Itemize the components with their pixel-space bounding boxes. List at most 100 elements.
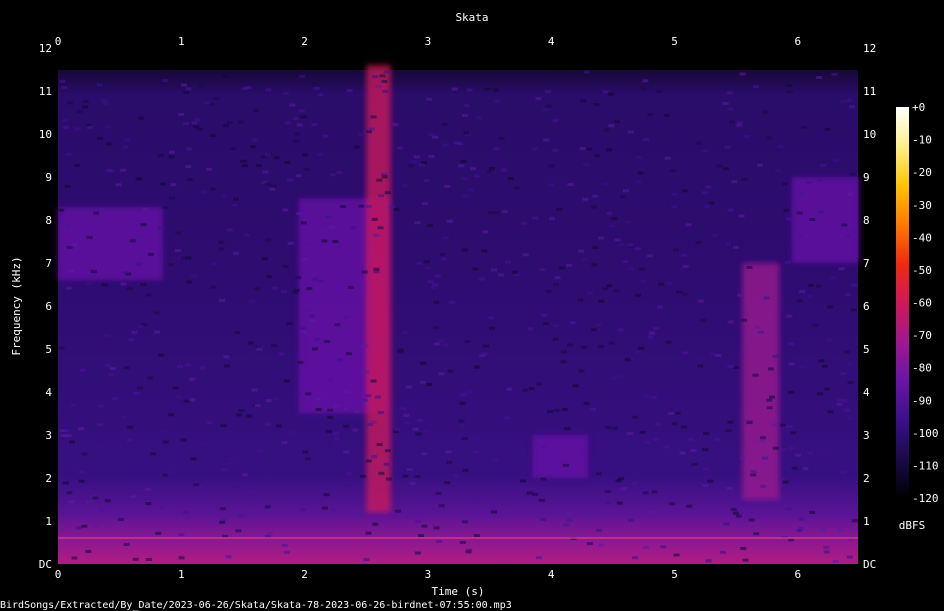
noise-speck [682, 351, 689, 355]
noise-speck [647, 113, 654, 116]
noise-speck [286, 178, 293, 182]
colorbar-tick-label: -50 [912, 264, 932, 277]
noise-speck [418, 534, 424, 537]
noise-speck [563, 523, 570, 527]
noise-speck [462, 194, 469, 198]
noise-speck [406, 468, 413, 472]
noise-speck [401, 330, 408, 334]
noise-speck [493, 147, 500, 151]
noise-speck [261, 257, 268, 261]
noise-speck [847, 192, 854, 196]
noise-speck [189, 377, 196, 381]
noise-speck [86, 500, 93, 504]
y-axis-label: Frequency (kHz) [10, 256, 23, 355]
noise-speck [740, 546, 747, 550]
noise-speck [219, 507, 226, 511]
noise-speck [605, 426, 611, 430]
noise-speck [219, 298, 225, 302]
noise-speck [158, 353, 164, 357]
noise-speck [93, 211, 100, 215]
noise-speck [540, 445, 547, 449]
noise-speck [265, 153, 272, 157]
noise-speck [682, 264, 689, 268]
noise-speck [697, 364, 704, 368]
noise-speck [466, 88, 473, 92]
noise-speck [148, 252, 154, 256]
noise-speck [292, 291, 299, 295]
noise-speck [702, 448, 709, 452]
noise-speck [485, 170, 492, 173]
noise-speck [65, 224, 72, 228]
noise-speck [772, 446, 779, 450]
noise-speck [488, 211, 495, 214]
colorbar-tick-label: -100 [912, 427, 939, 440]
noise-speck [732, 511, 739, 515]
noise-speck [535, 97, 542, 100]
noise-speck [657, 282, 664, 286]
noise-speck [187, 178, 194, 182]
noise-speck [475, 500, 482, 504]
noise-speck [186, 147, 192, 151]
noise-speck [65, 286, 72, 290]
noise-speck [343, 315, 350, 319]
y-tick-label: 3 [45, 429, 52, 442]
noise-speck [68, 500, 75, 504]
noise-speck [596, 528, 602, 532]
noise-speck [618, 243, 625, 247]
noise-speck [322, 134, 329, 138]
noise-speck [473, 534, 480, 538]
low-band-line [58, 537, 858, 539]
noise-speck [302, 282, 309, 286]
noise-speck [538, 498, 545, 502]
noise-speck [103, 101, 110, 105]
noise-speck [247, 490, 254, 494]
noise-speck [642, 79, 649, 83]
noise-speck [817, 210, 824, 214]
noise-speck [229, 147, 236, 151]
noise-speck [590, 328, 597, 332]
noise-speck [175, 395, 182, 399]
noise-speck [800, 365, 806, 369]
noise-speck [682, 495, 689, 499]
noise-speck [536, 382, 543, 386]
noise-speck [526, 491, 533, 495]
noise-speck [560, 350, 567, 354]
noise-speck [608, 341, 615, 345]
noise-speck [137, 386, 144, 390]
noise-speck [475, 437, 482, 441]
noise-speck [816, 284, 822, 288]
noise-speck [660, 545, 667, 549]
noise-speck [180, 438, 187, 442]
noise-speck [247, 341, 254, 345]
noise-speck [625, 220, 632, 224]
x-tick-label-top: 1 [178, 35, 185, 48]
noise-speck [829, 276, 836, 280]
noise-speck [458, 164, 465, 168]
noise-speck [703, 432, 710, 436]
noise-speck [781, 182, 788, 186]
noise-speck [707, 479, 714, 483]
noise-speck [845, 293, 852, 297]
noise-speck [87, 126, 94, 130]
noise-speck [281, 441, 288, 445]
noise-speck [845, 235, 852, 239]
noise-speck [81, 452, 88, 456]
noise-speck [346, 89, 353, 92]
noise-speck [681, 292, 688, 296]
noise-speck [370, 379, 377, 383]
call-event [791, 177, 860, 263]
noise-speck [421, 202, 428, 206]
noise-speck [788, 342, 795, 346]
noise-speck [746, 265, 753, 269]
noise-speck [362, 344, 369, 348]
noise-speck [760, 484, 767, 488]
noise-speck [622, 260, 629, 264]
y-tick-label: 2 [45, 472, 52, 485]
noise-speck [796, 211, 803, 215]
noise-speck [676, 290, 682, 294]
noise-speck [168, 150, 175, 154]
noise-speck [295, 174, 302, 178]
y-tick-label-right: 6 [863, 300, 870, 313]
noise-speck [423, 179, 430, 183]
noise-speck [414, 475, 421, 478]
